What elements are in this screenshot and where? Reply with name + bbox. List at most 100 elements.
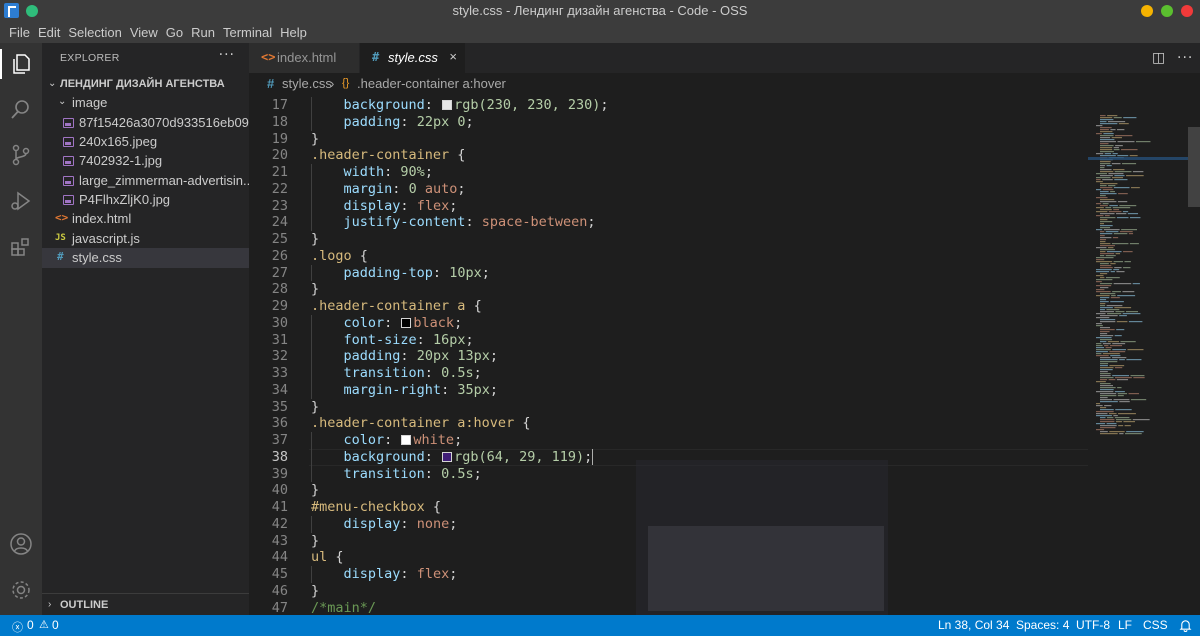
more-editor-actions-icon[interactable]: ··· [1177, 50, 1193, 66]
project-folder[interactable]: ⌄ ЛЕНДИНГ ДИЗАЙН АГЕНСТВА [42, 75, 249, 95]
minimap-line [1100, 365, 1108, 367]
code-text: margin-right: 35px; [343, 381, 498, 398]
menu-edit[interactable]: Edit [34, 25, 64, 40]
errors-icon[interactable]: ⓧ [12, 619, 23, 635]
minimap[interactable] [1088, 95, 1188, 615]
indent-guide [311, 264, 312, 282]
minimap-line [1100, 117, 1113, 119]
extensions-icon[interactable] [9, 235, 33, 259]
minimap-line [1112, 207, 1131, 209]
code-line[interactable]: 28} [249, 281, 1089, 298]
settings-gear-icon[interactable] [9, 578, 33, 602]
file-image-3[interactable]: 7402932-1.jpg [42, 151, 249, 171]
file-style-css[interactable]: # style.css [42, 248, 249, 268]
code-line[interactable]: 36 .header-container a:hover { [249, 415, 1089, 432]
indent-guide [311, 113, 312, 131]
outline-section[interactable]: › OUTLINE [42, 596, 249, 616]
menu-go[interactable]: Go [162, 25, 187, 40]
code-line[interactable]: 23 display: flex; [249, 197, 1089, 215]
minimap-line [1096, 285, 1112, 287]
minimap-line [1106, 417, 1114, 419]
file-javascript-js[interactable]: JS javascript.js [42, 229, 249, 249]
color-swatch-icon[interactable] [401, 317, 412, 328]
split-editor-icon[interactable]: ◫ [1152, 50, 1165, 66]
folder-label: image [72, 95, 108, 110]
file-index-html[interactable]: <> index.html [42, 209, 249, 229]
code-line[interactable]: 26 .logo { [249, 248, 1089, 265]
minimap-line [1111, 243, 1129, 245]
minimap-line [1106, 305, 1123, 307]
code-line[interactable]: 20 .header-container { [249, 147, 1089, 164]
tab-index-html[interactable]: <> index.html [249, 43, 359, 73]
breadcrumb-symbol[interactable]: .header-container a:hover [357, 76, 506, 91]
code-line[interactable]: 35} [249, 399, 1089, 416]
minimap-line [1125, 433, 1142, 435]
code-line[interactable]: 34 margin-right: 35px; [249, 381, 1089, 399]
vertical-scrollbar[interactable] [1188, 127, 1200, 207]
warnings-count[interactable]: 0 [52, 618, 59, 632]
search-icon[interactable] [9, 97, 33, 121]
indentation[interactable]: Spaces: 4 [1016, 618, 1069, 632]
minimap-line [1100, 303, 1106, 305]
close-tab-icon[interactable]: × [449, 49, 457, 64]
menu-run[interactable]: Run [187, 25, 219, 40]
end-of-line[interactable]: LF [1118, 618, 1132, 632]
line-number: 43 [271, 532, 288, 549]
cursor-position[interactable]: Ln 38, Col 34 [938, 618, 1009, 632]
minimap-line [1096, 133, 1102, 135]
minimap-line [1100, 171, 1114, 173]
source-control-icon[interactable] [9, 143, 33, 167]
menu-view[interactable]: View [126, 25, 162, 40]
color-swatch-icon[interactable] [401, 435, 412, 445]
code-line[interactable]: 21 width: 90%; [249, 164, 1089, 181]
code-line[interactable]: 24 justify-content: space-between; [249, 214, 1089, 231]
breadcrumb-file[interactable]: style.css [282, 76, 332, 91]
code-line[interactable]: 27 padding-top: 10px; [249, 264, 1089, 282]
account-icon[interactable] [9, 532, 33, 556]
file-image-1[interactable]: 87f15426a3070d933516eb09... [42, 113, 249, 133]
menu-terminal[interactable]: Terminal [219, 25, 276, 40]
maximize-icon[interactable] [1161, 5, 1173, 17]
language-mode[interactable]: CSS [1143, 618, 1168, 632]
code-line[interactable]: 25} [249, 231, 1089, 248]
warnings-icon[interactable]: ⚠ [39, 618, 49, 631]
code-line[interactable]: 17 background: rgb(230, 230, 230); [249, 97, 1089, 114]
minimap-line [1096, 411, 1114, 413]
close-window-icon[interactable] [1181, 5, 1193, 17]
line-number: 41 [271, 499, 288, 515]
code-line[interactable]: 32 padding: 20px 13px; [249, 348, 1089, 365]
folder-image[interactable]: ⌄ image [42, 93, 249, 113]
code-line[interactable]: 18 padding: 22px 0; [249, 113, 1089, 131]
more-actions-icon[interactable]: ··· [219, 47, 235, 63]
minimap-line [1132, 283, 1140, 285]
code-text: display: flex; [343, 197, 458, 214]
code-line[interactable]: 19} [249, 131, 1089, 148]
code-line[interactable]: 29 .header-container a { [249, 298, 1089, 315]
encoding[interactable]: UTF-8 [1076, 618, 1110, 632]
code-line[interactable]: 31 font-size: 16px; [249, 331, 1089, 349]
minimap-line [1102, 179, 1113, 181]
minimap-line [1116, 217, 1129, 219]
minimize-icon[interactable] [1141, 5, 1153, 17]
tab-style-css[interactable]: # style.css × [360, 43, 465, 73]
minimap-line [1096, 349, 1111, 351]
file-image-4[interactable]: large_zimmerman-advertisin... [42, 171, 249, 191]
explorer-icon[interactable] [9, 52, 33, 76]
code-line[interactable]: 33 transition: 0.5s; [249, 365, 1089, 382]
menu-selection[interactable]: Selection [64, 25, 125, 40]
menu-file[interactable]: File [5, 25, 34, 40]
run-debug-icon[interactable] [9, 189, 33, 213]
notifications-bell-icon[interactable] [1179, 619, 1192, 632]
file-image-5[interactable]: P4FlhxZljK0.jpg [42, 190, 249, 210]
code-line[interactable]: 37 color: white; [249, 432, 1089, 449]
indent-guide [311, 164, 312, 181]
code-line[interactable]: 30 color: black; [249, 314, 1089, 332]
code-line[interactable]: 22 margin: 0 auto; [249, 180, 1089, 198]
minimap-line [1096, 345, 1103, 347]
color-swatch-icon[interactable] [442, 100, 453, 110]
file-image-2[interactable]: 240x165.jpeg [42, 132, 249, 152]
menu-help[interactable]: Help [276, 25, 311, 40]
color-swatch-icon[interactable] [442, 451, 453, 462]
line-number: 19 [271, 130, 288, 147]
errors-count[interactable]: 0 [27, 618, 34, 632]
